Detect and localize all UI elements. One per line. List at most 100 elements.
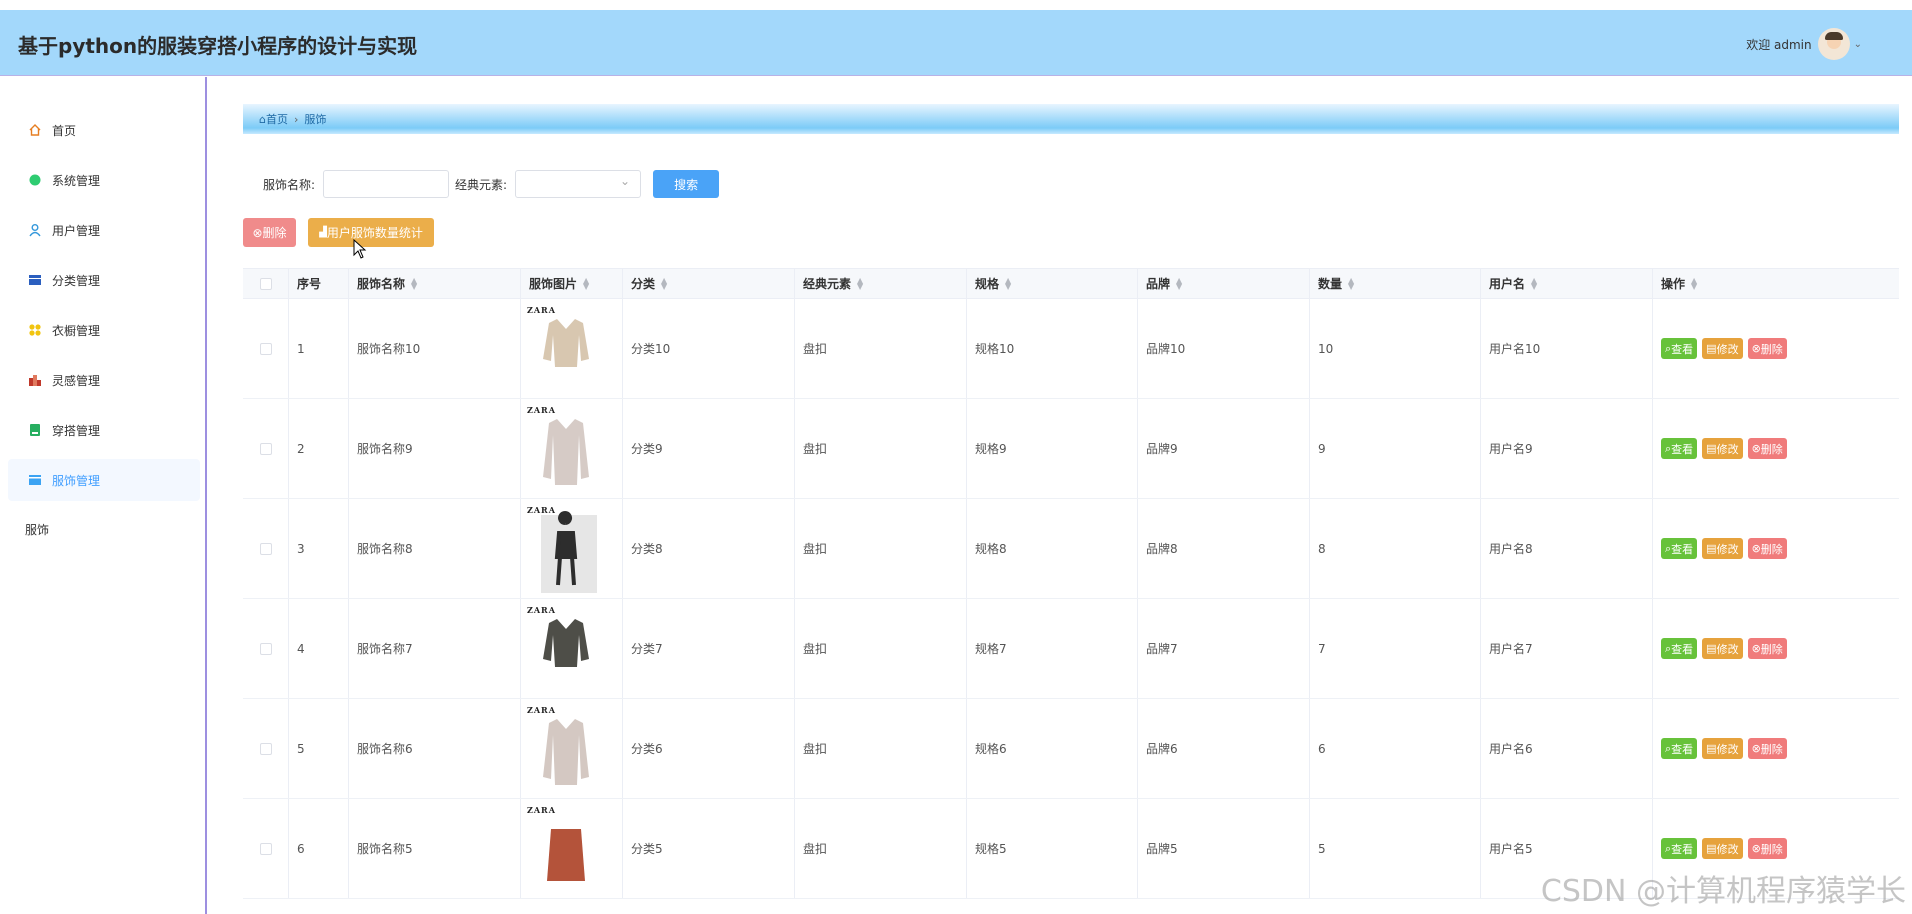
- column-header[interactable]: 规格 ▲ ▼: [967, 269, 1138, 298]
- cell-no: 3: [289, 499, 349, 598]
- cell-spec: 规格6: [967, 699, 1138, 798]
- search-button[interactable]: 搜索: [653, 170, 720, 198]
- delete-button[interactable]: ⊗ 删除: [1747, 538, 1787, 559]
- view-button[interactable]: ⌕ 查看: [1661, 838, 1698, 859]
- close-circle-icon: ⊗: [252, 225, 263, 240]
- garment-icon: [543, 419, 589, 485]
- edit-button[interactable]: ▤ 修改: [1702, 338, 1743, 359]
- view-button[interactable]: ⌕ 查看: [1661, 738, 1698, 759]
- close-circle-icon: ⊗: [1751, 342, 1761, 355]
- sidebar-item-category[interactable]: 分类管理: [8, 259, 200, 301]
- sort-icon[interactable]: ▲ ▼: [1005, 276, 1011, 290]
- delete-button[interactable]: ⊗ 删除: [1747, 738, 1787, 759]
- cell-cat: 分类9: [623, 399, 795, 498]
- avatar[interactable]: [1817, 28, 1850, 60]
- batch-delete-button[interactable]: ⊗ 删除: [243, 218, 296, 247]
- sort-icon[interactable]: ▲ ▼: [1176, 276, 1182, 290]
- column-header[interactable]: 分类 ▲ ▼: [623, 269, 795, 298]
- name-search-input[interactable]: [323, 170, 450, 198]
- user-menu[interactable]: 欢迎 admin ⌄: [1746, 28, 1862, 60]
- edit-button[interactable]: ▤ 修改: [1702, 438, 1743, 459]
- sort-icon[interactable]: ▲ ▼: [1691, 276, 1697, 290]
- sidebar-item-inspiration[interactable]: 灵感管理: [8, 359, 200, 401]
- clothing-image[interactable]: ZARA: [527, 405, 603, 493]
- view-button[interactable]: ⌕ 查看: [1661, 638, 1698, 659]
- garment-icon: [543, 719, 589, 785]
- column-header[interactable]: 数量 ▲ ▼: [1310, 269, 1481, 298]
- clothing-image[interactable]: ZARA: [527, 605, 603, 693]
- sidebar-item-users[interactable]: 用户管理: [8, 209, 200, 251]
- cell-text: 分类10: [631, 342, 671, 356]
- clothing-image[interactable]: ZARA: [527, 705, 603, 793]
- delete-button[interactable]: ⊗ 删除: [1747, 338, 1787, 359]
- cell-no: 1: [289, 299, 349, 398]
- edit-button[interactable]: ▤ 修改: [1702, 538, 1743, 559]
- cell-text: 分类8: [631, 542, 663, 556]
- edit-button[interactable]: ▤ 修改: [1702, 738, 1743, 759]
- sort-icon[interactable]: ▲ ▼: [411, 276, 417, 290]
- home-icon: [29, 124, 41, 136]
- image-cell: ZARA: [521, 499, 623, 598]
- row-checkbox[interactable]: [259, 642, 272, 655]
- element-label: 经典元素:: [455, 177, 508, 192]
- name-label: 服饰名称:: [263, 177, 316, 192]
- cell-spec: 规格7: [967, 599, 1138, 698]
- cell-qty: 9: [1310, 399, 1481, 498]
- delete-button[interactable]: ⊗ 删除: [1747, 438, 1787, 459]
- cell-text: 规格6: [975, 742, 1007, 756]
- sidebar-subitem-clothing[interactable]: 服饰: [25, 521, 49, 538]
- stats-button[interactable]: ▟ 用户服饰数量统计: [308, 218, 434, 247]
- sort-icon[interactable]: ▲ ▼: [1531, 276, 1537, 290]
- sidebar-item-home[interactable]: 首页: [8, 109, 200, 151]
- garment-icon: [543, 619, 589, 667]
- operations-cell: ⌕ 查看 ▤ 修改 ⊗ 删除: [1653, 699, 1899, 798]
- sidebar-item-outfit[interactable]: 穿搭管理: [8, 409, 200, 451]
- row-checkbox[interactable]: [259, 842, 272, 855]
- row-checkbox[interactable]: [259, 442, 272, 455]
- column-header[interactable]: 操作 ▲ ▼: [1653, 269, 1899, 298]
- row-checkbox[interactable]: [259, 742, 272, 755]
- column-header[interactable]: 经典元素 ▲ ▼: [795, 269, 967, 298]
- image-cell: ZARA: [521, 599, 623, 698]
- edit-icon: ▤: [1706, 342, 1717, 355]
- view-button[interactable]: ⌕ 查看: [1661, 438, 1698, 459]
- edit-button[interactable]: ▤ 修改: [1702, 838, 1743, 859]
- checkbox-cell: [243, 799, 289, 898]
- row-checkbox[interactable]: [259, 542, 272, 555]
- chevron-down-icon[interactable]: ⌄: [1854, 39, 1862, 50]
- cell-text: 品牌5: [1146, 842, 1178, 856]
- sidebar-item-wardrobe[interactable]: 衣橱管理: [8, 309, 200, 351]
- breadcrumb-home[interactable]: 首页: [266, 111, 288, 127]
- row-checkbox[interactable]: [259, 342, 272, 355]
- column-header[interactable]: 品牌 ▲ ▼: [1138, 269, 1310, 298]
- clothing-image[interactable]: ZARA: [527, 805, 603, 893]
- sort-icon[interactable]: ▲ ▼: [583, 276, 589, 290]
- column-header[interactable]: 服饰图片 ▲ ▼: [521, 269, 623, 298]
- checkbox-cell: [243, 699, 289, 798]
- sort-icon[interactable]: ▲ ▼: [661, 276, 667, 290]
- cell-no: 6: [289, 799, 349, 898]
- breadcrumb-current: 服饰: [304, 113, 327, 126]
- view-button[interactable]: ⌕ 查看: [1661, 338, 1698, 359]
- home-icon[interactable]: ⌂: [259, 113, 266, 126]
- delete-button[interactable]: ⊗ 删除: [1747, 838, 1787, 859]
- garment-shape: [543, 319, 589, 367]
- select-all-checkbox[interactable]: [259, 277, 272, 290]
- column-header[interactable]: 用户名 ▲ ▼: [1481, 269, 1653, 298]
- sort-icon[interactable]: ▲ ▼: [1348, 276, 1354, 290]
- brand-logo: ZARA: [527, 405, 556, 415]
- cell-cat: 分类8: [623, 499, 795, 598]
- sort-icon[interactable]: ▲ ▼: [857, 276, 863, 290]
- sidebar-item-clothing[interactable]: 服饰管理: [8, 459, 200, 501]
- clothing-image[interactable]: ZARA: [527, 505, 603, 593]
- sidebar-item-system[interactable]: 系统管理: [8, 159, 200, 201]
- view-button[interactable]: ⌕ 查看: [1661, 538, 1698, 559]
- delete-button[interactable]: ⊗ 删除: [1747, 638, 1787, 659]
- element-select[interactable]: [515, 170, 642, 198]
- clothing-image[interactable]: ZARA: [527, 305, 603, 393]
- edit-button[interactable]: ▤ 修改: [1702, 638, 1743, 659]
- column-header[interactable]: 服饰名称 ▲ ▼: [349, 269, 521, 298]
- chart-icon: ▟: [319, 227, 327, 238]
- cell-name: 服饰名称9: [349, 399, 521, 498]
- cell-text: 分类6: [631, 742, 663, 756]
